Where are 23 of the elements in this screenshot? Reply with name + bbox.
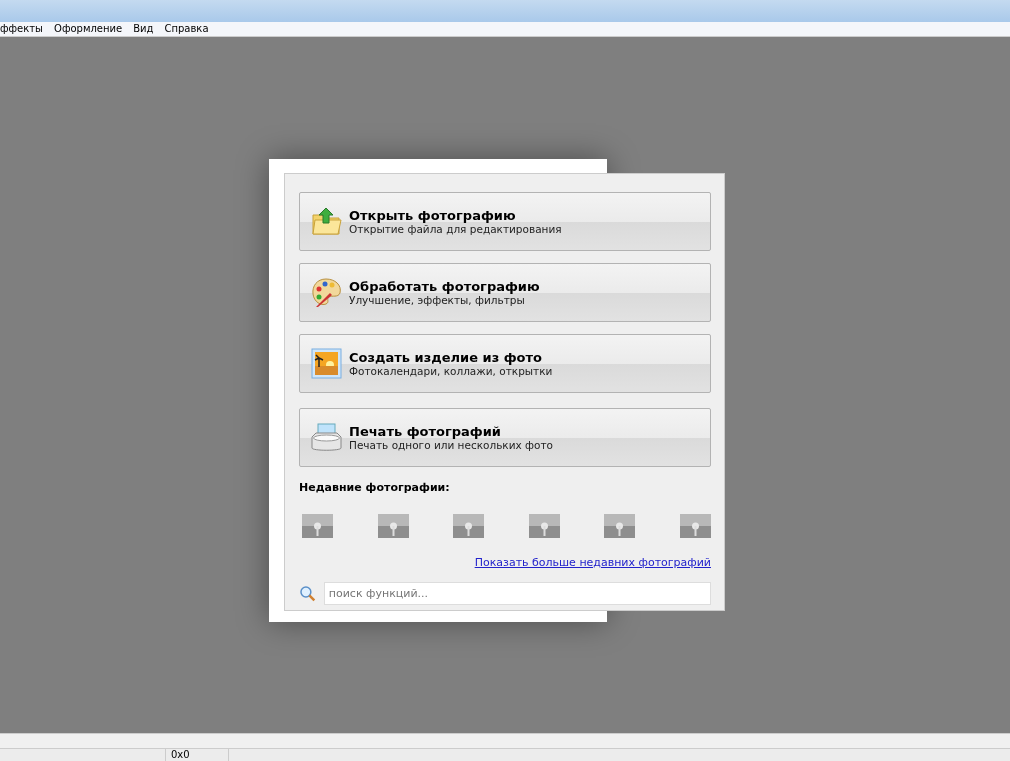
photo-thumbnail-icon[interactable] — [453, 514, 485, 538]
action-button[interactable]: Печать фотографий Печать одного или нескольких фото — [299, 408, 711, 467]
search-field[interactable]: поиск функций... — [323, 582, 711, 605]
photo-thumbnail-icon[interactable] — [604, 514, 636, 538]
photo-thumbnail-icon[interactable] — [302, 514, 333, 538]
sunset-picture-icon — [310, 347, 343, 380]
search-icon — [299, 585, 316, 602]
more-photos-link[interactable]: Показать больше недавних фотографий — [474, 556, 711, 569]
photo-thumbnail-icon[interactable] — [377, 514, 409, 538]
photo-thumbnail-icon[interactable] — [679, 514, 711, 538]
photo-thumbnail-icon[interactable] — [528, 514, 560, 538]
action-button[interactable]: Создать изделие из фото Фотокалендари, коллажи, открытки — [299, 334, 711, 393]
menu-item[interactable]: Вид — [133, 23, 154, 34]
folder-icon — [310, 205, 343, 238]
menu-item[interactable]: Оформление — [54, 23, 123, 34]
menu-item[interactable]: ффекты — [0, 23, 43, 34]
action-button[interactable]: Обработать фотографию Улучшение, эффекты, фильтры — [299, 263, 711, 322]
image-size: 0x0 — [165, 749, 229, 761]
action-button[interactable]: Открыть фотографию Открытие файла для редактирования — [299, 192, 711, 251]
recent-label: Недавние фотографии: — [299, 481, 451, 494]
menu-item[interactable]: Справка — [164, 23, 209, 34]
printer-icon — [310, 421, 343, 454]
palette-icon — [310, 276, 343, 309]
